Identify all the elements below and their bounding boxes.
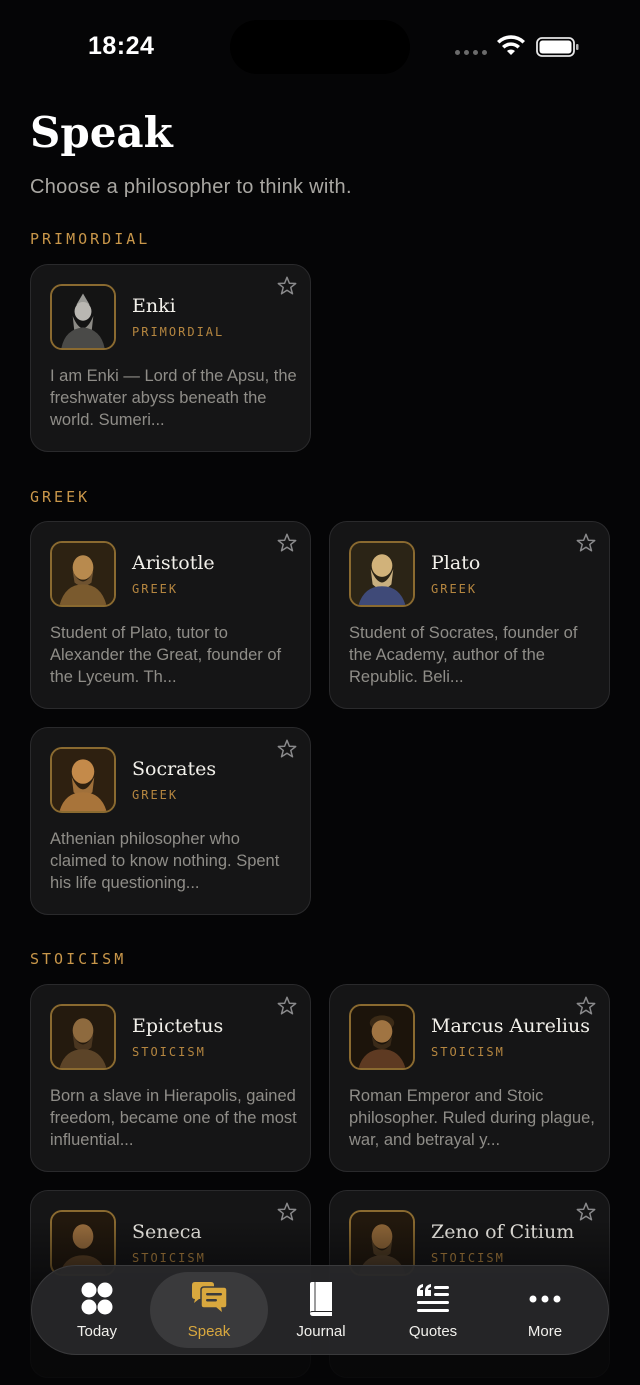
card-tag: GREEK	[431, 582, 478, 596]
card-tag: STOICISM	[132, 1251, 206, 1265]
dynamic-island	[230, 20, 410, 74]
favorite-star-icon[interactable]	[575, 995, 597, 1017]
cellular-signal-icon	[455, 50, 487, 55]
tab-label: Today	[76, 1322, 118, 1340]
card-name: Marcus Aurelius	[431, 1015, 590, 1037]
card-tag: STOICISM	[132, 1045, 206, 1059]
tab-speak[interactable]: Speak	[150, 1272, 268, 1348]
card-name: Epictetus	[132, 1015, 224, 1037]
card-tag: STOICISM	[431, 1045, 505, 1059]
favorite-star-icon[interactable]	[276, 532, 298, 554]
grid-dots-icon	[81, 1282, 113, 1314]
enki-portrait-icon	[50, 284, 116, 350]
tab-label: Journal	[296, 1322, 346, 1340]
card-name: Enki	[132, 295, 176, 317]
card-tag: PRIMORDIAL	[132, 325, 225, 339]
tab-bar: Today Speak Journal Quotes More	[31, 1265, 609, 1355]
tab-quotes[interactable]: Quotes	[374, 1272, 492, 1348]
chat-bubbles-icon	[192, 1281, 228, 1316]
socrates-portrait-icon	[50, 747, 116, 813]
card-name: Socrates	[132, 758, 217, 780]
card-tag: GREEK	[132, 582, 179, 596]
epictetus-portrait-icon	[50, 1004, 116, 1070]
battery-icon	[536, 37, 579, 57]
card-tag: STOICISM	[431, 1251, 505, 1265]
card-tag: GREEK	[132, 788, 179, 802]
marcus-aurelius-portrait-icon	[349, 1004, 415, 1070]
philosopher-card-socrates[interactable]: Socrates GREEK Athenian philosopher who …	[30, 727, 311, 915]
card-description: I am Enki — Lord of the Apsu, the freshw…	[50, 367, 297, 429]
page-subtitle: Choose a philosopher to think with.	[30, 176, 352, 198]
book-icon	[310, 1281, 332, 1316]
aristotle-portrait-icon	[50, 541, 116, 607]
favorite-star-icon[interactable]	[575, 1201, 597, 1223]
tab-more[interactable]: More	[486, 1272, 604, 1348]
philosopher-card-enki[interactable]: Enki PRIMORDIAL I am Enki — Lord of the …	[30, 264, 311, 452]
tab-label: More	[527, 1322, 563, 1340]
status-time: 18:24	[88, 32, 155, 60]
favorite-star-icon[interactable]	[276, 738, 298, 760]
section-label-greek: GREEK	[30, 488, 91, 506]
card-description: Born a slave in Hierapolis, gained freed…	[50, 1087, 297, 1149]
card-name: Zeno of Citium	[431, 1221, 575, 1243]
section-label-stoicism: STOICISM	[30, 950, 127, 968]
philosopher-card-plato[interactable]: Plato GREEK Student of Socrates, founder…	[329, 521, 610, 709]
tab-journal[interactable]: Journal	[262, 1272, 380, 1348]
card-description: Roman Emperor and Stoic philosopher. Rul…	[349, 1087, 595, 1149]
tab-label: Speak	[187, 1322, 231, 1340]
card-name: Plato	[431, 552, 481, 574]
philosopher-card-marcus-aurelius[interactable]: Marcus Aurelius STOICISM Roman Emperor a…	[329, 984, 610, 1172]
favorite-star-icon[interactable]	[276, 995, 298, 1017]
wifi-icon	[497, 35, 525, 55]
favorite-star-icon[interactable]	[575, 532, 597, 554]
card-description: Student of Socrates, founder of the Acad…	[349, 624, 578, 686]
card-name: Seneca	[132, 1221, 202, 1243]
page-title: Speak	[30, 108, 173, 157]
tab-today[interactable]: Today	[38, 1272, 156, 1348]
card-name: Aristotle	[132, 552, 215, 574]
favorite-star-icon[interactable]	[276, 275, 298, 297]
ellipsis-icon	[529, 1295, 561, 1302]
quote-icon	[417, 1283, 449, 1312]
card-description: Athenian philosopher who claimed to know…	[50, 830, 280, 892]
card-description: Student of Plato, tutor to Alexander the…	[50, 624, 282, 686]
favorite-star-icon[interactable]	[276, 1201, 298, 1223]
plato-portrait-icon	[349, 541, 415, 607]
tab-label: Quotes	[408, 1322, 458, 1340]
section-label-primordial: PRIMORDIAL	[30, 230, 151, 248]
philosopher-card-aristotle[interactable]: Aristotle GREEK Student of Plato, tutor …	[30, 521, 311, 709]
status-bar: 18:24	[0, 0, 640, 96]
philosopher-card-epictetus[interactable]: Epictetus STOICISM Born a slave in Hiera…	[30, 984, 311, 1172]
